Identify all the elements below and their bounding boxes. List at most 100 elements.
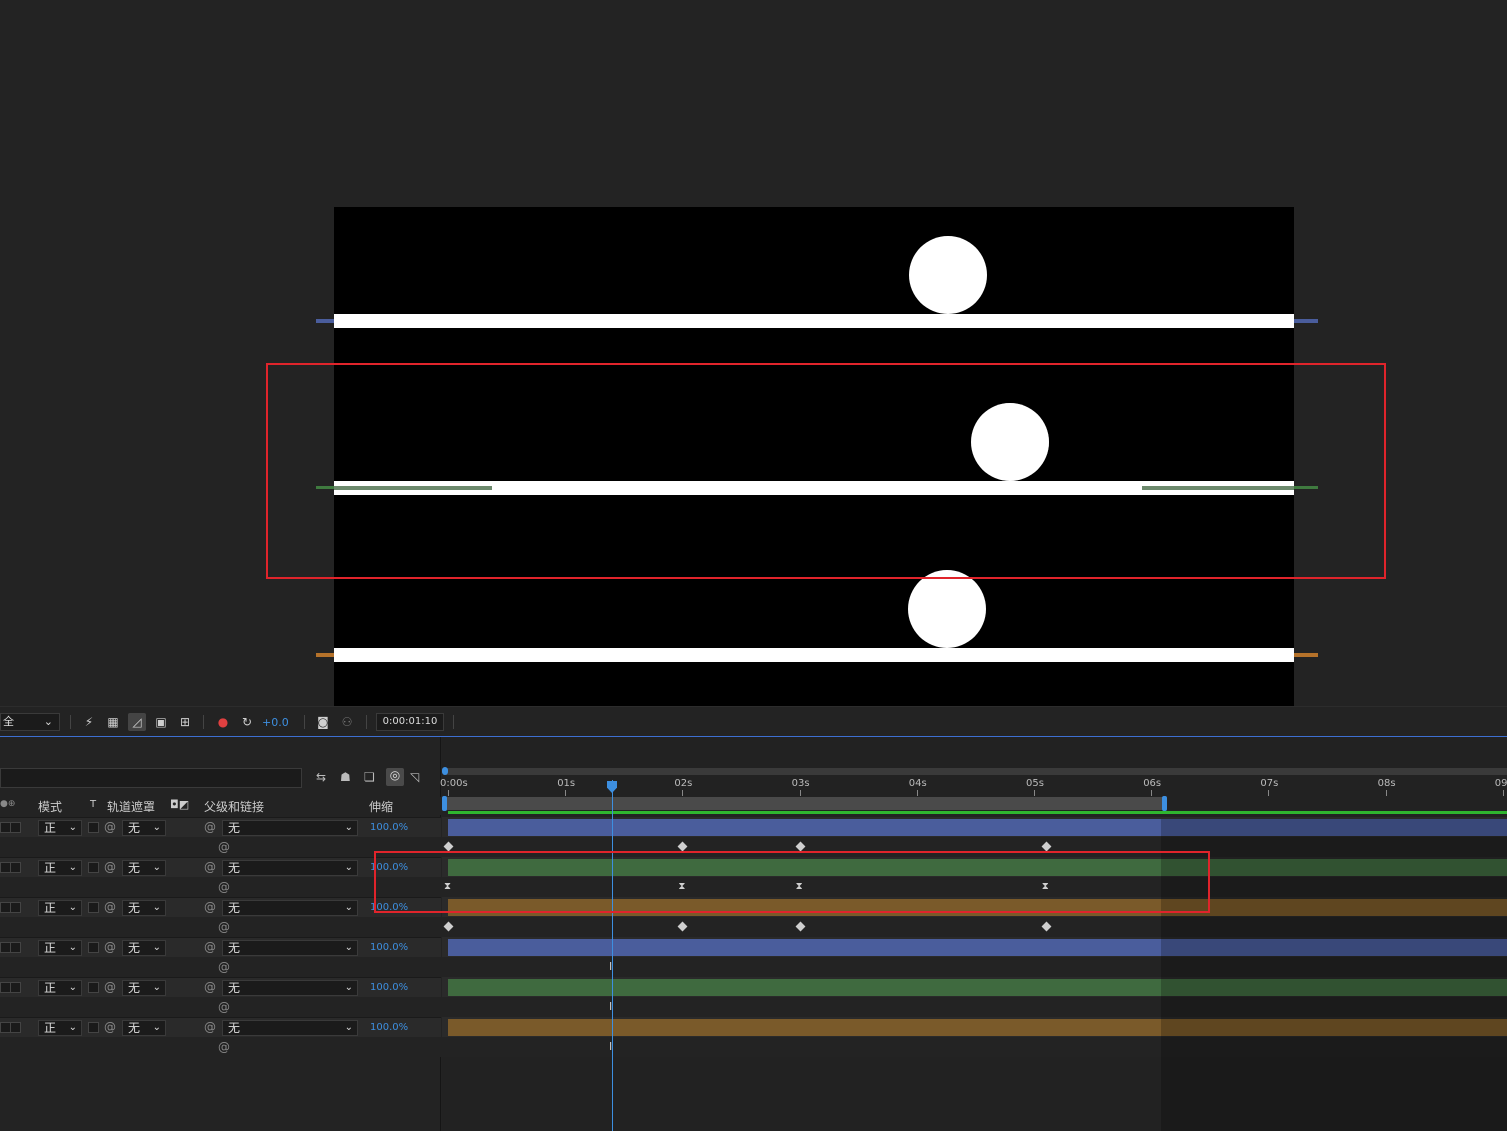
preserve-transparency-checkbox[interactable] xyxy=(88,862,99,873)
frame-blending-icon[interactable]: ☗ xyxy=(340,770,351,784)
expression-pick-whip-icon[interactable]: @ xyxy=(218,1040,230,1054)
preserve-transparency-checkbox[interactable] xyxy=(88,1022,99,1033)
work-area-start-handle[interactable] xyxy=(442,796,447,811)
layer-list: ⇆ ☗ ❏ ◎ ◹ ●⊕ 模式 T 轨道遮罩 ◘◩ 父级和链接 伸缩 正 ⌄ @ … xyxy=(0,737,441,1131)
reset-exposure-icon[interactable]: ↻ xyxy=(238,713,256,731)
layer-switch[interactable] xyxy=(10,982,21,993)
pick-whip-icon[interactable]: @ xyxy=(204,860,216,874)
bar-top xyxy=(334,314,1294,328)
timecode-display[interactable]: 0:00:01:10 xyxy=(376,713,444,731)
column-parent-link[interactable]: 父级和链接 xyxy=(204,798,264,815)
pick-whip-icon[interactable]: @ xyxy=(204,1020,216,1034)
track-matte-dropdown[interactable]: 无 ⌄ xyxy=(122,860,166,876)
layer-switch[interactable] xyxy=(10,902,21,913)
mode-dropdown[interactable]: 正 ⌄ xyxy=(38,860,82,876)
ruler-tick-label: 03s xyxy=(791,778,810,789)
color-channel-icon[interactable]: ● xyxy=(214,713,232,731)
layer-row[interactable]: 正 ⌄ @ 无 ⌄ @ 无 ⌄ 100.0% xyxy=(0,1017,441,1037)
preserve-transparency-checkbox[interactable] xyxy=(88,982,99,993)
time-ruler[interactable]: 0:00s 01s 02s 03s 04s 05s 06s 07s 08s 09 xyxy=(440,775,1507,797)
mode-dropdown[interactable]: 正 ⌄ xyxy=(38,980,82,996)
keyframe[interactable] xyxy=(1041,921,1052,932)
preserve-transparency-checkbox[interactable] xyxy=(88,942,99,953)
snapshot-icon[interactable]: ◙ xyxy=(314,713,332,731)
expression-pick-whip-icon[interactable]: @ xyxy=(218,1000,230,1014)
column-t[interactable]: T xyxy=(90,799,96,810)
stretch-value[interactable]: 100.0% xyxy=(370,982,408,993)
layer-row[interactable]: 正 ⌄ @ 无 ⌄ @ 无 ⌄ 100.0% xyxy=(0,937,441,957)
keyframe[interactable] xyxy=(443,841,454,852)
layer-row[interactable]: 正 ⌄ @ 无 ⌄ @ 无 ⌄ 100.0% xyxy=(0,817,441,837)
stretch-value[interactable]: 100.0% xyxy=(370,822,408,833)
pick-whip-icon[interactable]: @ xyxy=(204,980,216,994)
layer-search-input[interactable] xyxy=(0,768,302,788)
preserve-transparency-checkbox[interactable] xyxy=(88,902,99,913)
ruler-tick xyxy=(1502,790,1504,796)
separator xyxy=(304,715,305,729)
fast-preview-icon[interactable]: ⚡ xyxy=(80,713,98,731)
mode-dropdown[interactable]: 正 ⌄ xyxy=(38,900,82,916)
expression-pick-whip-icon[interactable]: @ xyxy=(218,840,230,854)
ball-top[interactable] xyxy=(909,236,987,314)
preserve-transparency-checkbox[interactable] xyxy=(88,822,99,833)
keyframe[interactable] xyxy=(677,921,688,932)
track-matte-dropdown[interactable]: 无 ⌄ xyxy=(122,900,166,916)
parent-dropdown[interactable]: 无 ⌄ xyxy=(222,1020,358,1036)
exposure-value[interactable]: +0.0 xyxy=(262,716,289,729)
column-track-matte[interactable]: 轨道遮罩 xyxy=(107,798,155,815)
layer-switch[interactable] xyxy=(10,822,21,833)
transparency-grid-icon[interactable]: ▦ xyxy=(104,713,122,731)
track-matte-dropdown[interactable]: 无 ⌄ xyxy=(122,940,166,956)
stretch-value[interactable]: 100.0% xyxy=(370,942,408,953)
expression-pick-whip-icon[interactable]: @ xyxy=(218,880,230,894)
time-navigator[interactable] xyxy=(444,768,1507,775)
parent-dropdown[interactable]: 无 ⌄ xyxy=(222,820,358,836)
layer-switch[interactable] xyxy=(10,1022,21,1033)
keyframe[interactable] xyxy=(443,921,454,932)
composition-viewer xyxy=(0,0,1507,706)
mask-path-icon[interactable]: ◿ xyxy=(128,713,146,731)
highlight-box-viewer xyxy=(266,363,1386,579)
region-of-interest-icon[interactable]: ▣ xyxy=(152,713,170,731)
chart-icon[interactable]: ◹ xyxy=(410,770,419,784)
keyframe[interactable] xyxy=(795,921,806,932)
expression-pick-whip-icon[interactable]: @ xyxy=(218,920,230,934)
motion-blur-icon[interactable]: ❏ xyxy=(364,770,375,784)
parent-dropdown[interactable]: 无 ⌄ xyxy=(222,980,358,996)
shy-layers-icon[interactable]: ⇆ xyxy=(316,770,326,784)
pick-whip-icon[interactable]: @ xyxy=(204,900,216,914)
mode-dropdown[interactable]: 正 ⌄ xyxy=(38,940,82,956)
parent-dropdown[interactable]: 无 ⌄ xyxy=(222,940,358,956)
layer-switch[interactable] xyxy=(10,862,21,873)
graph-editor-icon[interactable]: ◎ xyxy=(386,768,404,786)
parent-dropdown[interactable]: 无 ⌄ xyxy=(222,900,358,916)
track-matte-dropdown[interactable]: 无 ⌄ xyxy=(122,980,166,996)
keyframe[interactable] xyxy=(1041,841,1052,852)
layer-switch[interactable] xyxy=(10,942,21,953)
pick-whip-icon[interactable]: @ xyxy=(204,940,216,954)
keyframe[interactable] xyxy=(677,841,688,852)
layer-marker-bottom-right xyxy=(1294,653,1318,657)
mode-dropdown[interactable]: 正 ⌄ xyxy=(38,820,82,836)
work-area-end-handle[interactable] xyxy=(1162,796,1167,811)
expression-pick-whip-icon[interactable]: @ xyxy=(218,960,230,974)
column-mode[interactable]: 模式 xyxy=(38,798,62,815)
layer-row[interactable]: 正 ⌄ @ 无 ⌄ @ 无 ⌄ 100.0% xyxy=(0,977,441,997)
work-area-bar[interactable] xyxy=(444,797,1164,810)
property-row: @ xyxy=(0,957,441,977)
mode-dropdown[interactable]: 正 ⌄ xyxy=(38,1020,82,1036)
current-time-indicator-line[interactable] xyxy=(612,780,613,1131)
ball-bottom[interactable] xyxy=(908,570,986,648)
resolution-dropdown[interactable]: 全 ⌄ xyxy=(0,713,60,731)
track-matte-dropdown[interactable]: 无 ⌄ xyxy=(122,820,166,836)
parent-dropdown[interactable]: 无 ⌄ xyxy=(222,860,358,876)
column-stretch[interactable]: 伸缩 xyxy=(369,798,393,815)
matte-link-icon: @ xyxy=(104,900,116,914)
navigator-start-handle[interactable] xyxy=(442,767,448,775)
track-matte-dropdown[interactable]: 无 ⌄ xyxy=(122,1020,166,1036)
keyframe[interactable] xyxy=(795,841,806,852)
pick-whip-icon[interactable]: @ xyxy=(204,820,216,834)
show-snapshot-icon[interactable]: ⚇ xyxy=(338,713,356,731)
stretch-value[interactable]: 100.0% xyxy=(370,1022,408,1033)
guides-icon[interactable]: ⊞ xyxy=(176,713,194,731)
